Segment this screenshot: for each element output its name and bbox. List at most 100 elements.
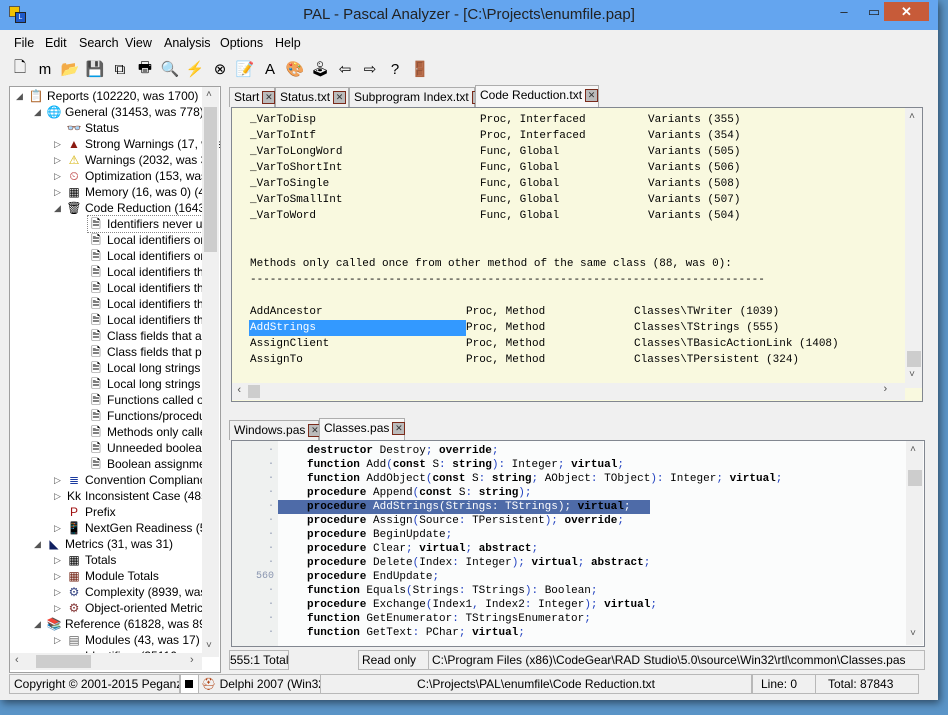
tab-code-reduction-txt[interactable]: Code Reduction.txt ✕ (475, 85, 599, 107)
tree-node[interactable]: ▦ Module Totals (66, 568, 159, 584)
tree-node[interactable]: Kk Inconsistent Case (485 (66, 488, 208, 504)
report-scroll-thumb[interactable] (907, 351, 921, 367)
tab-close-icon[interactable]: ✕ (262, 91, 276, 105)
menu-edit[interactable]: Edit (45, 36, 67, 50)
open-folder-icon[interactable]: 📂 (60, 59, 80, 79)
close-button[interactable]: ✕ (884, 2, 929, 21)
tree-horizontal-scrollbar[interactable]: ‹ › (10, 653, 202, 670)
tree-node[interactable]: 🗎 Unneeded boolear (88, 440, 206, 456)
tree-node[interactable]: 🗎 Functions/procedu (88, 408, 206, 424)
stop-icon[interactable]: ⊗ (210, 59, 230, 79)
tree-node[interactable]: 🗎 Class fields that are (88, 328, 212, 344)
tree-node[interactable]: 🗎 Boolean assignmer (88, 456, 210, 472)
title-bar[interactable]: L PAL - Pascal Analyzer - [C:\Projects\e… (0, 0, 938, 30)
scroll-down-icon[interactable]: ˅ (206, 640, 212, 651)
font-icon[interactable]: A (260, 59, 280, 79)
tree-expander-icon[interactable]: ▷ (54, 600, 61, 616)
tree-expander-icon[interactable]: ▷ (54, 488, 61, 504)
tree-expander-icon[interactable]: ◢ (34, 104, 41, 120)
palette-icon[interactable]: 🎨 (285, 59, 305, 79)
tree-node[interactable]: ⚙ Object-oriented Metrics (66, 600, 209, 616)
scroll-up-icon[interactable]: ˄ (206, 89, 212, 100)
tree-expander-icon[interactable]: ▷ (54, 568, 61, 584)
tree-node[interactable]: 🗎 Local identifiers tha (88, 312, 210, 328)
tree-node[interactable]: ≣ Convention Compliance (66, 472, 212, 488)
tree-vertical-scrollbar[interactable]: ˄ ˅ (202, 87, 219, 657)
menu-analysis[interactable]: Analysis (164, 36, 211, 50)
exit-icon[interactable]: 🚪 (410, 59, 430, 79)
tree-expander-icon[interactable]: ▷ (54, 552, 61, 568)
tree-expander-icon[interactable]: ▷ (54, 136, 61, 152)
tree-expander-icon[interactable]: ◢ (34, 616, 41, 632)
minimize-button[interactable]: ‒ (830, 2, 858, 21)
report-hscroll-thumb[interactable] (248, 385, 260, 398)
template-icon[interactable]: m (35, 59, 55, 79)
tree-scroll-thumb[interactable] (204, 107, 217, 252)
report-cell-name[interactable]: AddStrings (249, 320, 466, 336)
tree-expander-icon[interactable]: ▷ (54, 184, 61, 200)
tab-classes-pas[interactable]: Classes.pas ✕ (319, 418, 406, 440)
tab-close-icon[interactable]: ✕ (333, 91, 347, 105)
tree-node[interactable]: 🌐 General (31453, was 778) (46, 104, 204, 120)
tree-node[interactable]: 🗎 Functions called or (88, 392, 208, 408)
menu-options[interactable]: Options (220, 36, 263, 50)
tree-node[interactable]: ◣ Metrics (31, was 31) (46, 536, 173, 552)
forward-arrow-icon[interactable]: ⇨ (360, 59, 380, 79)
report-horizontal-scrollbar[interactable]: ‹ › (232, 383, 905, 400)
menu-file[interactable]: File (14, 36, 34, 50)
scroll-left-icon[interactable]: ‹ (15, 654, 19, 666)
tree-node[interactable]: 🗎 Local long strings t (88, 376, 207, 392)
tree-node[interactable]: 📚 Reference (61828, was 89 (46, 616, 206, 632)
menu-view[interactable]: View (125, 36, 152, 50)
tree-node[interactable]: P Prefix (66, 504, 116, 520)
tree-node[interactable]: ⏲ Optimization (153, was (66, 168, 207, 184)
copy-disabled-icon[interactable]: ⧉ (110, 59, 130, 79)
tree-node[interactable]: ⚙ Complexity (8939, was (66, 584, 207, 600)
tab-windows-pas[interactable]: Windows.pas ✕ (229, 420, 322, 440)
tree-expander-icon[interactable]: ◢ (16, 88, 23, 104)
tab-close-icon[interactable]: ✕ (392, 422, 406, 436)
tree-node[interactable]: 📋 Reports (102220, was 1700) (28, 88, 199, 104)
tree-node[interactable]: 📱 NextGen Readiness (5 (66, 520, 207, 536)
tree-node[interactable]: 🗎 Local identifiers tha (88, 296, 210, 312)
tree-node[interactable]: 🗎 Class fields that po (88, 344, 208, 360)
back-arrow-icon[interactable]: ⇦ (335, 59, 355, 79)
tree-node[interactable]: ▲ Strong Warnings (17, was (66, 136, 220, 152)
tree-node[interactable]: 🗎 Methods only calle (88, 424, 206, 440)
report-tree[interactable]: ◢ 📋 Reports (102220, was 1700) ◢ 🌐 General (3… (9, 86, 221, 673)
joystick-icon[interactable]: 🕹 (310, 59, 330, 79)
tab-subprogram-index-txt[interactable]: Subprogram Index.txt✕ (349, 87, 485, 107)
tree-expander-icon[interactable]: ▷ (54, 632, 61, 648)
tree-node[interactable]: 🗎 Local identifiers tha (88, 264, 210, 280)
tab-start[interactable]: Start ✕ (229, 87, 276, 107)
menu-search[interactable]: Search (79, 36, 119, 50)
tree-node[interactable]: ▤ Modules (43, was 17) (66, 632, 199, 648)
source-viewer[interactable]: ˄ ˅ · destructor Destroy; override; · funct… (231, 440, 925, 647)
tree-node[interactable]: ▦ Memory (16, was 0) (4 (66, 184, 205, 200)
tab-status-txt[interactable]: Status.txt ✕ (275, 87, 349, 107)
new-icon[interactable]: 🗋 (10, 59, 30, 79)
save-icon[interactable]: 💾 (85, 59, 105, 79)
tree-node[interactable]: ▦ Totals (66, 552, 116, 568)
tree-node[interactable]: 🗎 Local identifiers onl (88, 232, 210, 248)
scroll-right-icon[interactable]: › (190, 654, 194, 666)
tree-node[interactable]: 🗎 Local identifiers tha (88, 280, 210, 296)
tree-expander-icon[interactable]: ◢ (54, 200, 61, 216)
print-icon[interactable]: 🖶 (135, 59, 155, 79)
report-viewer[interactable]: ˄ ˅ ‹ › _VarToDisp Proc, Interfaced Varian… (231, 107, 923, 402)
tree-node[interactable]: 🗎 Local identifiers onl (88, 248, 210, 264)
tab-close-icon[interactable]: ✕ (585, 89, 599, 103)
tree-expander-icon[interactable]: ◢ (34, 536, 41, 552)
help-icon[interactable]: ? (385, 59, 405, 79)
tree-expander-icon[interactable]: ▷ (54, 168, 61, 184)
properties-icon[interactable]: 📝 (235, 59, 255, 79)
tree-node[interactable]: 🗑 Code Reduction (1643 (66, 200, 205, 216)
tree-expander-icon[interactable]: ▷ (54, 584, 61, 600)
tree-hscroll-thumb[interactable] (36, 655, 91, 668)
run-analysis-icon[interactable]: ⚡ (185, 59, 205, 79)
tree-expander-icon[interactable]: ▷ (54, 472, 61, 488)
tree-expander-icon[interactable]: ▷ (54, 152, 61, 168)
tree-node[interactable]: 🗎 Identifiers never us (86, 215, 210, 233)
tree-node[interactable]: 🗎 Local long strings t (88, 360, 207, 376)
tree-node[interactable]: ⚠ Warnings (2032, was 3 (66, 152, 208, 168)
